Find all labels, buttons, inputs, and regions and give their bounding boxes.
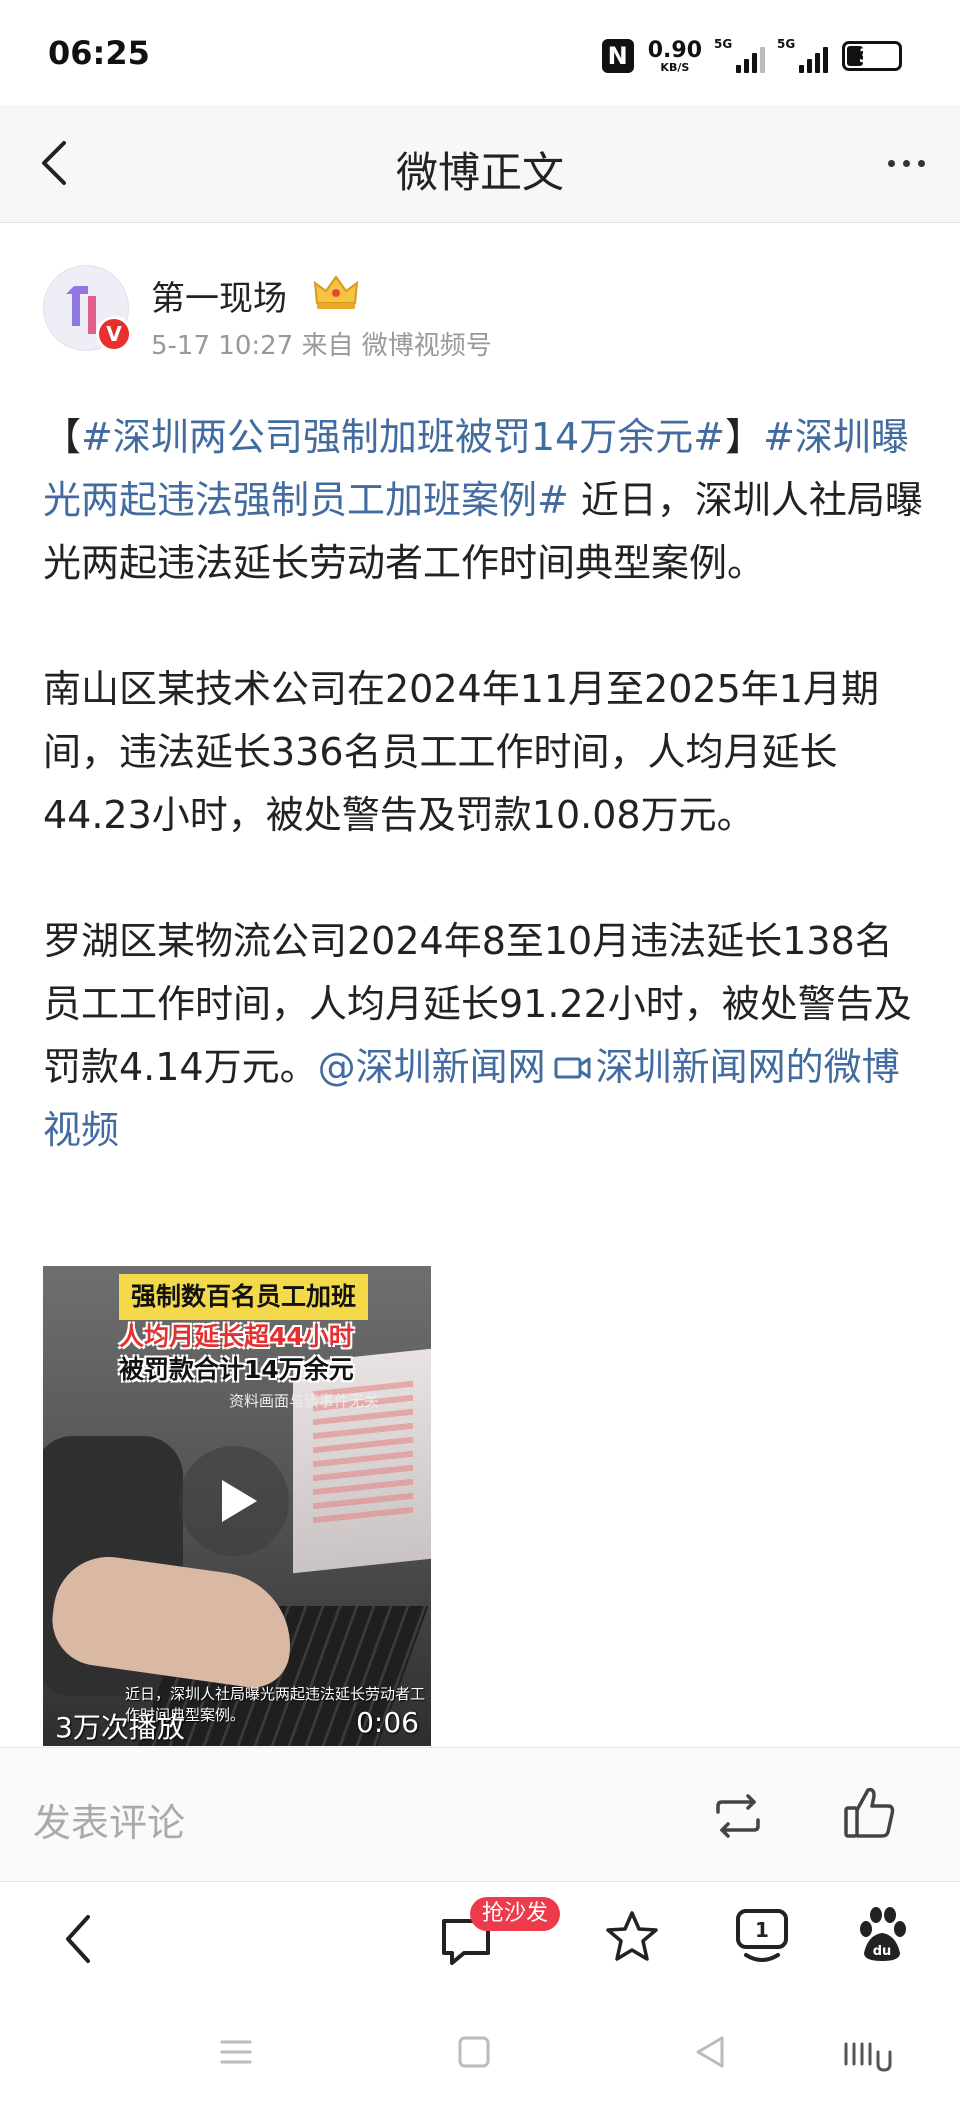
paragraph-2: 南山区某技术公司在2024年11月至2025年1月期间，违法延长336名员工工作… — [43, 667, 879, 837]
verified-badge: V — [96, 316, 132, 352]
status-bar: 06:25 N 0.90 KB/S 5G 5G 31 — [0, 0, 960, 105]
network-speed-value: 0.90 — [647, 37, 702, 63]
comment-input[interactable]: 发表评论 — [33, 1792, 185, 1847]
bracket-close: 】 — [725, 415, 764, 459]
avatar[interactable]: V — [43, 265, 132, 352]
network-speed-unit: KB/S — [660, 60, 690, 74]
battery-icon: 31 — [842, 41, 902, 71]
keyboard-switch-icon[interactable] — [842, 2038, 892, 2074]
page-title: 微博正文 — [395, 148, 564, 197]
tabs-icon[interactable]: 1 — [734, 1905, 790, 1969]
battery-level: 31 — [858, 45, 886, 67]
hashtag-link[interactable]: #深圳两公司强制加班被罚14万余元# — [81, 415, 725, 459]
bracket-open: 【 — [43, 415, 82, 459]
star-icon[interactable] — [604, 1909, 660, 1965]
video-link-icon — [554, 1039, 592, 1079]
nfc-icon: N — [601, 39, 634, 73]
more-dots-icon[interactable] — [876, 145, 936, 181]
svg-text:du: du — [873, 1944, 892, 1959]
post-meta: 5-17 10:27 来自 微博视频号 — [151, 331, 492, 361]
mention-link[interactable]: @深圳新闻网 — [318, 1045, 546, 1089]
paragraph-1: 【#深圳两公司强制加班被罚14万余元#】#深圳曝光两起违法强制员工加班案例# 近… — [43, 406, 928, 595]
system-nav-bar — [0, 1998, 960, 2112]
baidu-paw-icon[interactable]: du — [854, 1905, 910, 1965]
crown-icon — [311, 273, 361, 313]
repost-icon[interactable] — [710, 1788, 766, 1844]
svg-text:1: 1 — [755, 1918, 769, 1942]
home-icon[interactable] — [456, 2034, 492, 2070]
post-text: 【#深圳两公司强制加班被罚14万余元#】#深圳曝光两起违法强制员工加班案例# 近… — [43, 406, 928, 1162]
video-caption-1: 强制数百名员工加班 — [119, 1274, 369, 1320]
paragraph-3: 罗湖区某物流公司2024年8至10月违法延长138名员工工作时间，人均月延长91… — [43, 910, 928, 1162]
status-icons: N 0.90 KB/S 5G 5G 31 — [601, 34, 902, 78]
play-icon[interactable] — [179, 1446, 289, 1556]
author-name[interactable]: 第一现场 — [151, 271, 287, 320]
top-nav-bar: 微博正文 — [0, 105, 960, 223]
video-view-count: 3万次播放 — [55, 1711, 185, 1744]
video-player[interactable]: 强制数百名员工加班 人均月延长超44小时 被罚款合计14万余元 资料画面与该事件… — [43, 1266, 431, 1746]
menu-icon[interactable] — [218, 2034, 254, 2070]
sofa-badge[interactable]: 抢沙发 — [470, 1897, 561, 1931]
signal-label: 5G — [714, 37, 733, 51]
video-caption-2: 人均月延长超44小时 — [119, 1322, 354, 1351]
signal-icon: 5G — [714, 37, 765, 73]
thumbs-up-icon[interactable] — [842, 1782, 898, 1842]
back-icon[interactable] — [52, 1909, 108, 1969]
video-caption-4: 资料画面与该事件无关 — [229, 1392, 380, 1410]
video-duration: 0:06 — [356, 1706, 419, 1739]
signal-icon-2: 5G — [777, 37, 828, 73]
comment-bar: 发表评论 — [0, 1747, 960, 1882]
status-time: 06:25 — [48, 34, 150, 72]
network-speed: 0.90 KB/S — [647, 37, 702, 74]
video-caption-3: 被罚款合计14万余元 — [119, 1355, 354, 1384]
signal-label-2: 5G — [777, 37, 796, 51]
post-author: V 第一现场 5-17 10:27 来自 微博视频号 — [43, 265, 923, 365]
triangle-back-icon[interactable] — [690, 2032, 730, 2072]
bottom-toolbar: 抢沙发 1 du — [0, 1883, 960, 1998]
